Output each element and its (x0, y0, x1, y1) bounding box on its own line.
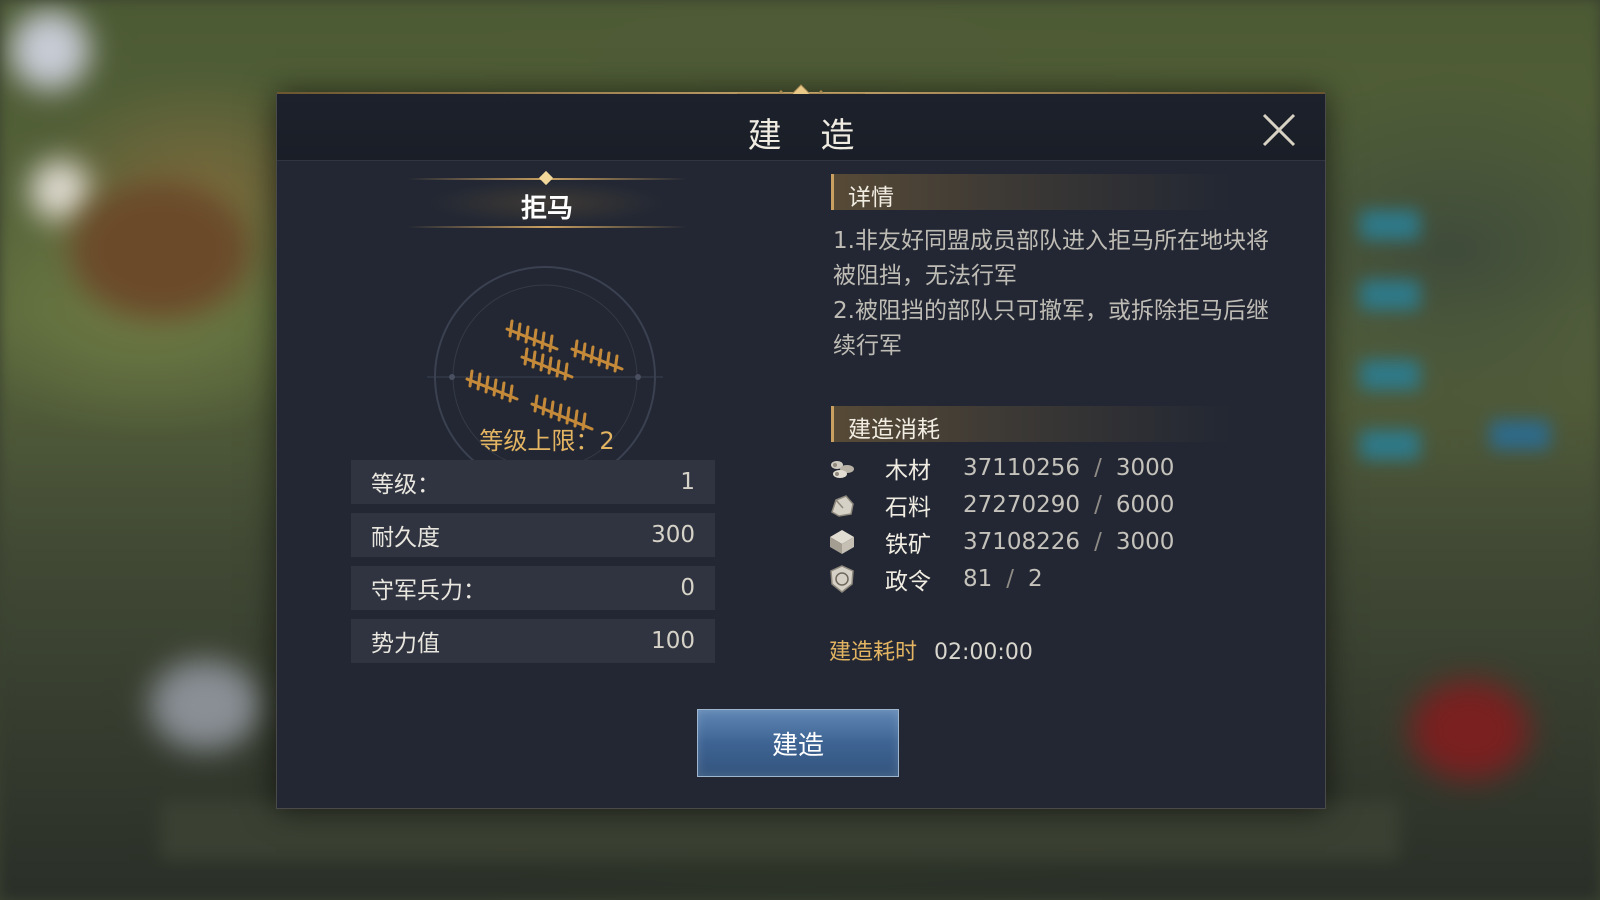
cost-heading-label: 建造消耗 (848, 417, 940, 443)
level-cap-label: 等级上限：2 (479, 427, 615, 455)
iron-ore-icon (827, 527, 857, 557)
decree-icon (827, 564, 857, 594)
wood-icon (827, 453, 857, 483)
cost-need: 3000 (1115, 455, 1175, 481)
cost-label: 政令 (885, 569, 931, 595)
cost-sep: / (1006, 566, 1015, 592)
cost-have: 27270290 (963, 492, 1081, 518)
stat-row-level: 等级： 1 (351, 460, 715, 504)
dialog-header: 建 造 (277, 94, 1325, 161)
building-name: 拒马 (520, 194, 573, 224)
stat-value: 0 (680, 575, 695, 601)
cost-need: 6000 (1115, 492, 1175, 518)
cost-row-wood: 木材 37110256 / 3000 (827, 451, 1247, 485)
build-time-value: 02:00:00 (934, 640, 1033, 665)
stat-value: 100 (651, 628, 695, 654)
cost-need: 2 (1028, 566, 1043, 592)
cost-heading: 建造消耗 (831, 406, 1234, 443)
cost-label: 铁矿 (885, 532, 931, 558)
building-name-banner: 拒马 (407, 170, 687, 228)
details-text: 1.非友好同盟成员部队进入拒马所在地块将被阻挡，无法行军 2.被阻挡的部队只可撤… (833, 224, 1273, 364)
cost-label: 石料 (885, 495, 931, 521)
stat-row-durability: 耐久度 300 (351, 513, 715, 557)
stat-label: 势力值 (371, 631, 440, 657)
dialog-title: 建 造 (747, 116, 869, 156)
stat-label: 守军兵力： (371, 578, 486, 604)
build-time: 建造耗时 02:00:00 (829, 634, 1033, 666)
detail-line: 2.被阻挡的部队只可撤军，或拆除拒马后继续行军 (833, 298, 1269, 359)
cost-need: 3000 (1115, 529, 1175, 555)
build-time-label: 建造耗时 (829, 640, 918, 665)
cost-row-iron: 铁矿 37108226 / 3000 (827, 525, 1247, 559)
build-button[interactable]: 建造 (697, 709, 899, 777)
details-heading: 详情 (831, 174, 1234, 211)
cost-have: 37108226 (963, 529, 1081, 555)
stat-row-influence: 势力值 100 (351, 619, 715, 663)
cost-label: 木材 (885, 458, 931, 484)
cost-sep: / (1094, 529, 1102, 555)
cost-have: 37110256 (963, 455, 1081, 481)
cost-row-stone: 石料 27270290 / 6000 (827, 488, 1247, 522)
build-dialog: 建 造 拒马 等级上限：2 等级： 1 耐久度 300 守军兵力： 0 势力值 … (276, 84, 1326, 809)
stat-value: 300 (651, 522, 695, 548)
stat-label: 耐久度 (371, 525, 440, 551)
cost-row-decree: 政令 81 / 2 (827, 562, 1247, 596)
close-button[interactable] (1259, 110, 1299, 150)
details-heading-label: 详情 (848, 185, 894, 211)
detail-line: 1.非友好同盟成员部队进入拒马所在地块将被阻挡，无法行军 (833, 228, 1269, 289)
stone-icon (827, 490, 857, 520)
close-icon (1262, 113, 1296, 147)
cost-have: 81 (963, 566, 993, 592)
stat-value: 1 (680, 469, 695, 495)
cost-sep: / (1094, 455, 1102, 481)
stat-label: 等级： (371, 472, 440, 498)
cost-sep: / (1094, 492, 1102, 518)
stat-row-garrison: 守军兵力： 0 (351, 566, 715, 610)
